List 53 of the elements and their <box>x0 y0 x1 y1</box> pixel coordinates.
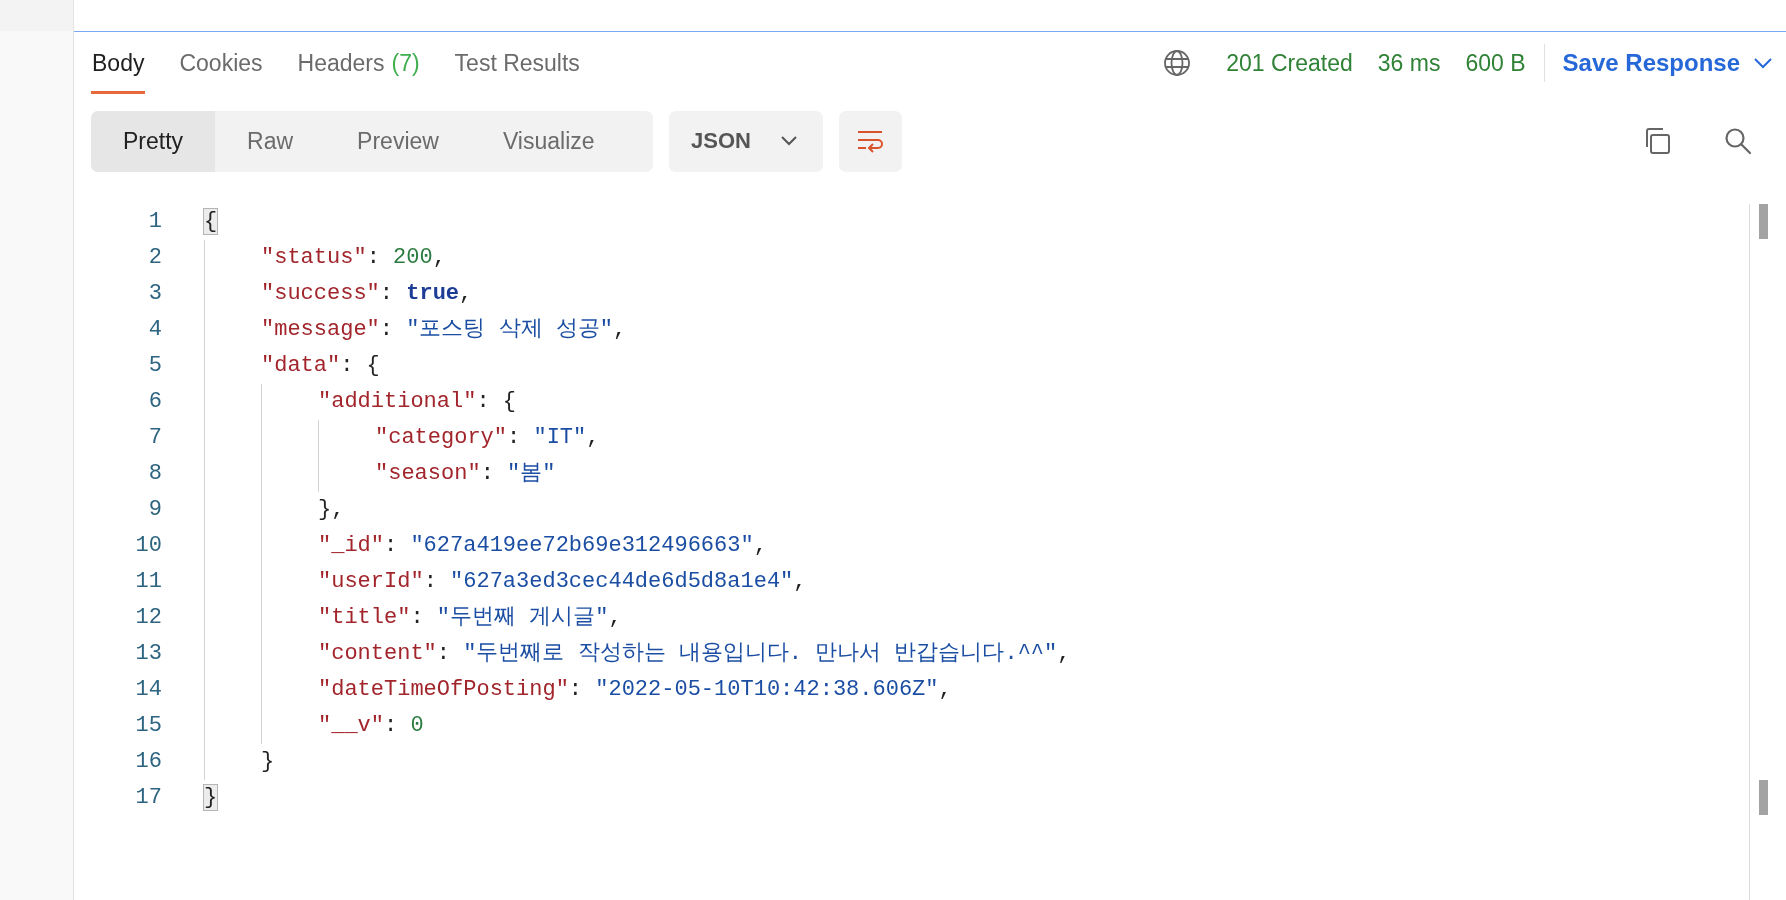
line-number: 17 <box>134 784 162 812</box>
format-dropdown[interactable]: JSON <box>669 110 823 172</box>
view-mode-tab[interactable]: Raw <box>215 110 326 172</box>
save-response-button[interactable]: Save Response <box>1562 49 1772 77</box>
response-time: 36 ms <box>1377 49 1441 77</box>
chevron-down-icon <box>1754 57 1772 69</box>
code-line: } <box>261 748 275 776</box>
code-line: "additional": { <box>318 388 517 416</box>
line-number: 9 <box>147 496 162 524</box>
code-line: "season": "봄" <box>375 460 556 488</box>
view-mode-tab[interactable]: Pretty <box>91 110 216 172</box>
code-line: "status": 200, <box>261 244 446 272</box>
line-number: 3 <box>147 280 162 308</box>
code-line: "content": "두번째로 작성하는 내용입니다. 만나서 반갑습니다.^^", <box>318 640 1071 668</box>
response-tab[interactable]: Test Results <box>453 32 581 94</box>
chevron-down-icon <box>780 136 797 146</box>
code-line: "title": "두번째 게시글", <box>318 604 622 632</box>
response-tab[interactable]: Headers (7) <box>296 32 421 94</box>
line-number: 11 <box>134 568 162 596</box>
line-number: 15 <box>134 712 162 740</box>
line-number: 8 <box>147 460 162 488</box>
code-line: "dateTimeOfPosting": "2022-05-10T10:42:38.606Z", <box>318 676 952 704</box>
code-line: "userId": "627a3ed3cec44de6d5d8a1e4", <box>318 568 807 596</box>
code-line: "data": { <box>261 352 380 380</box>
scrollbar-marker <box>1759 780 1768 815</box>
line-number: 2 <box>147 244 162 272</box>
line-number: 7 <box>147 424 162 452</box>
view-mode-tab[interactable]: Visualize <box>470 110 627 172</box>
response-size: 600 B <box>1465 49 1526 77</box>
code-line: "_id": "627a419ee72b69e312496663", <box>318 532 767 560</box>
line-number: 16 <box>134 748 162 776</box>
line-number: 1 <box>147 208 162 236</box>
globe-icon[interactable] <box>1163 49 1192 77</box>
line-number: 6 <box>147 388 162 416</box>
wrap-lines-button[interactable] <box>838 110 902 172</box>
response-tab[interactable]: Body <box>91 32 146 94</box>
search-icon[interactable] <box>1724 127 1752 155</box>
line-number: 14 <box>134 676 162 704</box>
line-number: 5 <box>147 352 162 380</box>
code-line: "message": "포스팅 삭제 성공", <box>261 316 627 344</box>
code-line: }, <box>318 496 345 524</box>
view-mode-tab[interactable]: Preview <box>325 110 471 172</box>
code-line: "category": "IT", <box>375 424 600 452</box>
wrap-text-icon <box>856 129 885 153</box>
code-line: "__v": 0 <box>318 712 424 740</box>
status-code: 201 Created <box>1226 49 1353 77</box>
line-number: 10 <box>134 532 162 560</box>
scrollbar-marker <box>1759 204 1768 239</box>
response-tab[interactable]: Cookies <box>178 32 264 94</box>
line-number: 4 <box>147 316 162 344</box>
line-number: 13 <box>134 640 162 668</box>
line-number: 12 <box>134 604 162 632</box>
code-line: "success": true, <box>261 280 473 308</box>
